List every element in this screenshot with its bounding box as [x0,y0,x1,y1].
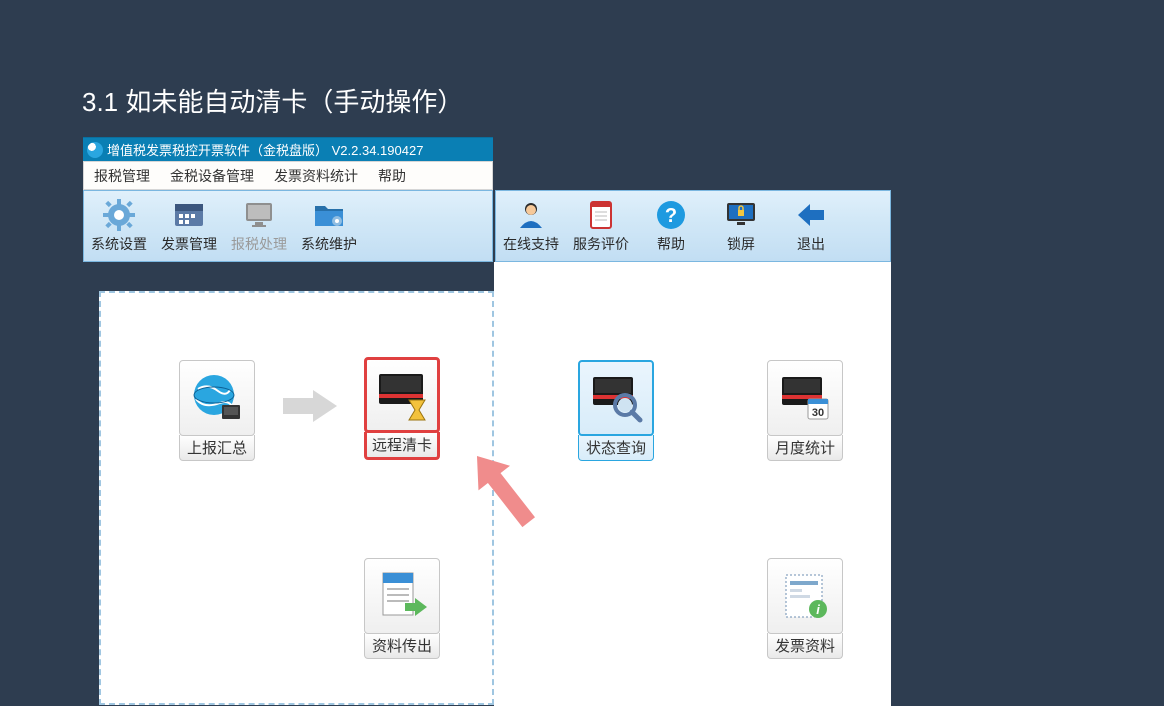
folder-gear-icon [312,198,346,232]
section-heading: 3.1 如未能自动清卡（手动操作） [82,82,463,119]
toolbar-system-maintenance[interactable]: 系统维护 [294,191,364,261]
monitor-icon [242,198,276,232]
toolbar-service-review[interactable]: 服务评价 [566,191,636,261]
cell-label: 远程清卡 [364,432,440,460]
cell-remote-clear-card[interactable]: 远程清卡 [357,357,447,460]
toolbar-label: 系统维护 [301,234,357,254]
toolbar-label: 退出 [797,234,825,254]
toolbar-label: 在线支持 [503,234,559,254]
toolbar-label: 锁屏 [727,234,755,254]
help-icon: ? [654,198,688,232]
svg-text:i: i [816,602,820,617]
toolbar-help[interactable]: ? 帮助 [636,191,706,261]
svg-text:?: ? [665,205,677,227]
toolbar-lock-screen[interactable]: 锁屏 [706,191,776,261]
cell-label: 状态查询 [578,435,654,461]
toolbar-label: 发票管理 [161,234,217,254]
toolbar-right: 在线支持 服务评价 ? 帮助 锁屏 退出 [495,190,891,262]
window-title: 增值税发票税控开票软件（金税盘版） V2.2.34.190427 [107,140,423,159]
card-search-icon [589,371,643,425]
toolbar-exit[interactable]: 退出 [776,191,846,261]
back-arrow-icon [794,198,828,232]
toolbar-label: 服务评价 [573,234,629,254]
callout-arrow-icon [449,437,569,557]
cell-status-query[interactable]: 状态查询 [571,360,661,461]
menu-help[interactable]: 帮助 [368,162,416,189]
toolbar-online-support[interactable]: 在线支持 [496,191,566,261]
toolbar-left: 系统设置 发票管理 报税处理 系统维护 [83,190,493,262]
cell-label: 月度统计 [767,435,843,461]
toolbar-invoice-management[interactable]: 发票管理 [154,191,224,261]
toolbar-label: 帮助 [657,234,685,254]
calendar-icon [172,198,206,232]
invoice-info-icon: i [778,569,832,623]
cell-label: 上报汇总 [179,435,255,461]
toolbar-tax-processing[interactable]: 报税处理 [224,191,294,261]
toolbar-label: 报税处理 [231,234,287,254]
cell-label: 资料传出 [364,633,440,659]
lock-monitor-icon [724,198,758,232]
gear-icon [102,198,136,232]
card-calendar-icon: 30 [778,371,832,425]
toolbar-system-settings[interactable]: 系统设置 [84,191,154,261]
svg-text:30: 30 [812,407,824,419]
transition-arrow-icon [281,388,341,424]
document-export-icon [375,569,429,623]
cell-monthly-stats[interactable]: 30 月度统计 [760,360,850,461]
menu-invoice-stats[interactable]: 发票资料统计 [264,162,368,189]
cell-invoice-data[interactable]: i 发票资料 [760,558,850,659]
menu-device-management[interactable]: 金税设备管理 [160,162,264,189]
globe-icon [190,371,244,425]
cell-label: 发票资料 [767,633,843,659]
cell-data-export[interactable]: 资料传出 [357,558,447,659]
app-icon [87,142,103,158]
notebook-icon [584,198,618,232]
window-titlebar: 增值税发票税控开票软件（金税盘版） V2.2.34.190427 [83,137,493,161]
toolbar-label: 系统设置 [91,234,147,254]
card-hourglass-icon [375,368,429,422]
person-icon [514,198,548,232]
menu-bar: 报税管理 金税设备管理 发票资料统计 帮助 [83,161,493,190]
cell-upload-summary[interactable]: 上报汇总 [172,360,262,461]
menu-tax-management[interactable]: 报税管理 [84,162,160,189]
